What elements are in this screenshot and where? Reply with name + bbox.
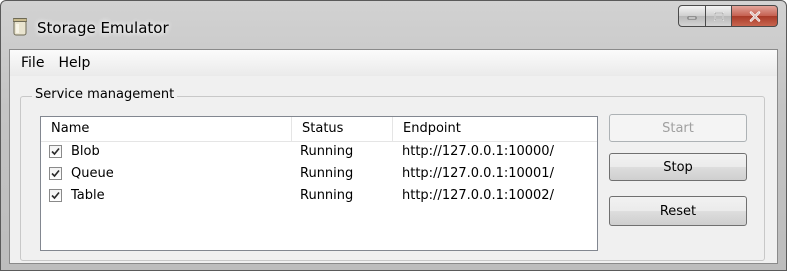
menu-help[interactable]: Help [51,51,97,75]
service-name: Blob [71,144,100,159]
minimize-button[interactable] [678,5,706,27]
service-name: Queue [71,166,114,181]
service-status: Running [300,188,354,203]
title-bar[interactable]: Storage Emulator [1,1,786,49]
close-icon [749,10,760,22]
list-header: Name Status Endpoint [41,117,597,142]
window-title: Storage Emulator [37,19,169,37]
maximize-icon [713,11,724,21]
service-status: Running [300,144,354,159]
service-endpoint: http://127.0.0.1:10002/ [402,188,554,203]
menu-bar: File Help [10,50,777,76]
checkmark-icon [51,169,60,178]
table-checkbox[interactable] [49,189,62,202]
list-item[interactable]: Blob Running http://127.0.0.1:10000/ [41,141,597,163]
menu-file[interactable]: File [14,51,51,75]
minimize-icon [687,16,697,20]
service-status: Running [300,166,354,181]
service-list[interactable]: Name Status Endpoint Blob Running http:/… [40,116,598,251]
service-endpoint: http://127.0.0.1:10000/ [402,144,554,159]
service-endpoint: http://127.0.0.1:10001/ [402,166,554,181]
client-area: File Help Service management Name Status… [9,49,778,264]
stop-button[interactable]: Stop [609,153,747,181]
storage-emulator-window: Storage Emulator File Help Service manag… [0,0,787,271]
maximize-button[interactable] [706,5,732,27]
service-name: Table [71,188,105,203]
queue-checkbox[interactable] [49,167,62,180]
storage-jar-icon [13,18,27,36]
reset-button[interactable]: Reset [609,196,747,226]
list-item[interactable]: Queue Running http://127.0.0.1:10001/ [41,163,597,185]
blob-checkbox[interactable] [49,145,62,158]
start-button[interactable]: Start [609,114,747,142]
column-header-endpoint[interactable]: Endpoint [393,117,597,141]
service-management-label: Service management [32,87,178,102]
checkmark-icon [51,147,60,156]
list-item[interactable]: Table Running http://127.0.0.1:10002/ [41,185,597,207]
caption-buttons [678,5,778,27]
checkmark-icon [51,191,60,200]
column-header-name[interactable]: Name [41,117,292,141]
column-header-status[interactable]: Status [292,117,393,141]
close-button[interactable] [732,5,778,27]
